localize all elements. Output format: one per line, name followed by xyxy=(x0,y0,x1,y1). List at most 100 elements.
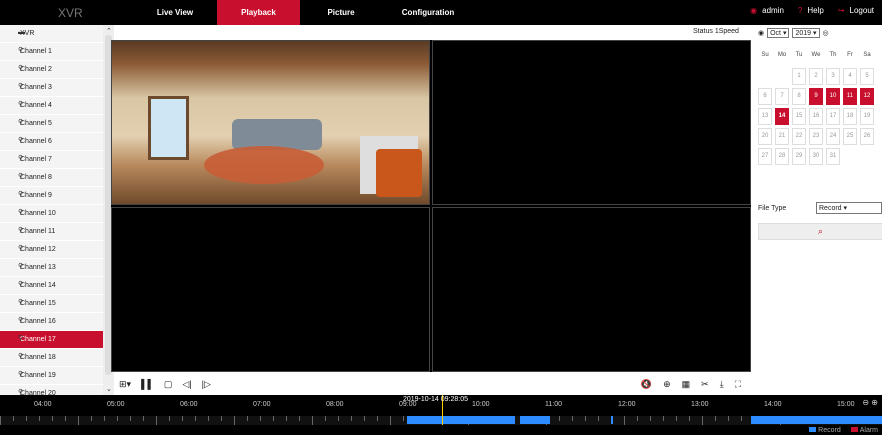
calendar-day[interactable]: 23 xyxy=(809,128,823,145)
calendar-day[interactable]: 1 xyxy=(792,68,806,85)
channel-item[interactable]: ⚲ Channel 9 xyxy=(0,187,103,205)
channel-item[interactable]: ⚲ Channel 7 xyxy=(0,151,103,169)
rewind-icon[interactable]: ◁| xyxy=(182,379,191,390)
logout-link[interactable]: ↪ Logout xyxy=(838,6,874,15)
scroll-up-icon[interactable]: ⌃ xyxy=(106,27,112,35)
layout-icon[interactable]: ⊞▾ xyxy=(119,379,131,390)
calendar-day[interactable]: 15 xyxy=(792,108,806,125)
calendar-day[interactable]: 29 xyxy=(792,148,806,165)
channel-item[interactable]: ⚲ Channel 4 xyxy=(0,97,103,115)
calendar-day[interactable]: 4 xyxy=(843,68,857,85)
play-icon[interactable]: ▌▌ xyxy=(141,379,154,389)
calendar-day[interactable]: 26 xyxy=(860,128,874,145)
channel-item[interactable]: ⚲ Channel 3 xyxy=(0,79,103,97)
download-icon[interactable]: ⤓ xyxy=(720,379,724,390)
calendar-day[interactable]: 10 xyxy=(826,88,840,105)
calendar-day[interactable]: 31 xyxy=(826,148,840,165)
nav-live-view[interactable]: Live View xyxy=(140,0,210,25)
record-segment[interactable] xyxy=(751,416,882,424)
calendar-day[interactable]: 5 xyxy=(860,68,874,85)
timeline-tick xyxy=(676,416,677,421)
calendar-day[interactable]: 13 xyxy=(758,108,772,125)
calendar-day[interactable]: 11 xyxy=(843,88,857,105)
calendar-day[interactable]: 27 xyxy=(758,148,772,165)
clip-icon[interactable]: ✂ xyxy=(701,379,709,390)
video-pane-1[interactable] xyxy=(111,40,430,205)
channel-item[interactable]: ⚲ Channel 14 xyxy=(0,277,103,295)
channel-item[interactable]: ⚲ Channel 19 xyxy=(0,367,103,385)
channel-item[interactable]: ⚲ Channel 15 xyxy=(0,295,103,313)
calendar-day[interactable]: 17 xyxy=(826,108,840,125)
record-segment[interactable] xyxy=(611,416,613,424)
zoom-in-icon[interactable]: ⊕ xyxy=(871,398,878,407)
alarm-legend-swatch xyxy=(850,427,858,432)
dvr-icon: ▬ xyxy=(18,29,25,36)
month-select[interactable]: Oct ▾ xyxy=(767,28,790,38)
channel-item[interactable]: ⚲ Channel 12 xyxy=(0,241,103,259)
channel-item[interactable]: ⚲ Channel 5 xyxy=(0,115,103,133)
channel-item[interactable]: ⚲ Channel 13 xyxy=(0,259,103,277)
calendar-day[interactable]: 8 xyxy=(792,88,806,105)
fullscreen-icon[interactable]: ⛶ xyxy=(735,379,741,390)
calendar-day[interactable]: 25 xyxy=(843,128,857,145)
camera-icon: ⚲ xyxy=(18,227,24,234)
sidebar-root[interactable]: ▬ XVR xyxy=(0,25,103,43)
calendar-day[interactable]: 16 xyxy=(809,108,823,125)
calendar-day[interactable]: 30 xyxy=(809,148,823,165)
snapshot-icon[interactable]: ▦ xyxy=(682,379,691,390)
calendar-day[interactable]: 3 xyxy=(826,68,840,85)
timeline-bar[interactable]: ⊖ ⊕ 04:00 05:00 06:00 07:00 08:00 09:00 10:00 1… xyxy=(0,395,882,435)
channel-item[interactable]: ⚲ Channel 6 xyxy=(0,133,103,151)
calendar-day[interactable]: 21 xyxy=(775,128,789,145)
channel-item[interactable]: ⚲ Channel 16 xyxy=(0,313,103,331)
zoom-icon[interactable]: ⊕ xyxy=(663,379,671,390)
next-month-icon[interactable]: ◎ xyxy=(823,29,829,37)
channel-item[interactable]: ⚲ Channel 17 xyxy=(0,331,103,349)
channel-item[interactable]: ⚲ Channel 8 xyxy=(0,169,103,187)
file-type-select[interactable]: Record ▾ xyxy=(816,202,882,214)
calendar-day[interactable]: 18 xyxy=(843,108,857,125)
record-segment[interactable] xyxy=(407,416,515,424)
zoom-out-icon[interactable]: ⊖ xyxy=(862,398,869,407)
calendar-day[interactable]: 7 xyxy=(775,88,789,105)
channel-item[interactable]: ⚲ Channel 1 xyxy=(0,43,103,61)
channel-item[interactable]: ⚲ Channel 10 xyxy=(0,205,103,223)
mute-icon[interactable]: 🔇 xyxy=(641,379,652,390)
video-tools: 🔇 ⊕ ▦ ✂ ⤓ ⛶ xyxy=(641,374,741,394)
window-shape xyxy=(148,96,189,160)
calendar-day[interactable]: 14 xyxy=(775,108,789,125)
channel-item[interactable]: ⚲ Channel 18 xyxy=(0,349,103,367)
nav-playback[interactable]: Playback xyxy=(217,0,300,25)
timeline-tick xyxy=(156,416,157,425)
channel-item[interactable]: ⚲ Channel 20 xyxy=(0,385,103,395)
search-button[interactable]: ⌕ xyxy=(758,223,882,240)
nav-picture[interactable]: Picture xyxy=(306,0,376,25)
calendar-day[interactable]: 22 xyxy=(792,128,806,145)
calendar-day[interactable]: 2 xyxy=(809,68,823,85)
user-menu[interactable]: ◉ admin xyxy=(750,6,784,15)
video-pane-2[interactable] xyxy=(432,40,751,205)
channel-item[interactable]: ⚲ Channel 2 xyxy=(0,61,103,79)
record-segment[interactable] xyxy=(520,416,550,424)
channel-item[interactable]: ⚲ Channel 11 xyxy=(0,223,103,241)
nav-configuration[interactable]: Configuration xyxy=(383,0,473,25)
help-link[interactable]: ? Help xyxy=(798,6,824,15)
calendar-day[interactable]: 12 xyxy=(860,88,874,105)
calendar-day[interactable]: 24 xyxy=(826,128,840,145)
video-pane-3[interactable] xyxy=(111,207,430,372)
rug-shape xyxy=(204,146,324,184)
channel-label: Channel 14 xyxy=(20,282,56,289)
year-select[interactable]: 2019 ▾ xyxy=(792,28,820,38)
calendar-day[interactable]: 20 xyxy=(758,128,772,145)
stop-icon[interactable]: ▢ xyxy=(164,379,173,390)
prev-month-icon[interactable]: ◉ xyxy=(758,29,764,37)
calendar-day[interactable]: 28 xyxy=(775,148,789,165)
timeline-tick xyxy=(286,416,287,421)
fast-forward-icon[interactable]: |▷ xyxy=(202,379,211,390)
calendar-day[interactable]: 9 xyxy=(809,88,823,105)
calendar-day[interactable]: 6 xyxy=(758,88,772,105)
calendar-day[interactable]: 19 xyxy=(860,108,874,125)
video-pane-4[interactable] xyxy=(432,207,751,372)
camera-icon: ⚲ xyxy=(18,317,24,324)
hour-label: 10:00 xyxy=(472,401,490,408)
